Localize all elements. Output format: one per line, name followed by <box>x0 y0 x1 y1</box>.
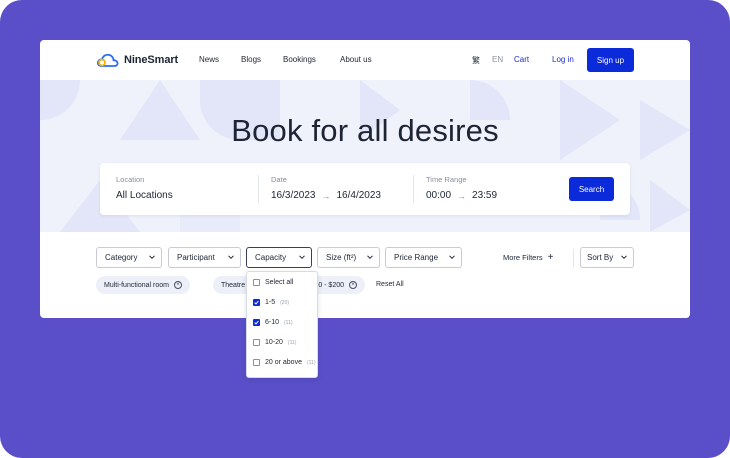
search-button[interactable]: Search <box>569 177 614 201</box>
hero-banner: Book for all desires Location All Locati… <box>40 80 690 232</box>
checkbox-checked[interactable] <box>253 319 260 326</box>
filter-price-range-label: Price Range <box>394 253 439 262</box>
more-filters-button[interactable]: More Filters + <box>503 251 554 263</box>
location-label: Location <box>116 175 145 184</box>
plus-icon: + <box>547 251 554 263</box>
logo[interactable]: NineSmart <box>96 52 178 68</box>
sort-by-select[interactable]: Sort By <box>580 247 634 268</box>
nav-link-about[interactable]: About us <box>340 55 372 64</box>
more-filters-label: More Filters <box>503 253 543 262</box>
option-label: 10-20 <box>265 339 283 346</box>
nav-link-blogs[interactable]: Blogs <box>241 55 261 64</box>
option-count: (11) <box>306 359 316 366</box>
filter-category[interactable]: Category <box>96 247 162 268</box>
capacity-option[interactable]: 20 or above (11) <box>253 359 316 366</box>
checkbox[interactable] <box>253 339 260 346</box>
lang-english[interactable]: EN <box>492 55 503 64</box>
outer-frame: NineSmart News Blogs Bookings About us 繁… <box>0 0 730 458</box>
filter-participant[interactable]: Participant <box>168 247 241 268</box>
time-label: Time Range <box>426 175 467 184</box>
date-field[interactable]: Date 16/3/2023 → 16/4/2023 <box>271 175 381 201</box>
browser-card: NineSmart News Blogs Bookings About us 繁… <box>40 40 690 378</box>
search-bar: Location All Locations Date 16/3/2023 → … <box>100 163 630 215</box>
chip-label: 0 - $200 <box>318 281 344 289</box>
chevron-down-icon <box>299 255 305 260</box>
filter-capacity[interactable]: Capacity <box>246 247 312 268</box>
chip-label: Multi-functional room <box>104 281 169 289</box>
chevron-down-icon <box>149 255 155 260</box>
date-to: 16/4/2023 <box>336 190 382 201</box>
check-icon <box>254 300 259 305</box>
active-filter-chip[interactable]: Multi-functional room × <box>96 276 190 294</box>
filter-size[interactable]: Size (ft²) <box>317 247 380 268</box>
capacity-dropdown: Select all 1-5 (20) 6-10 (11) 10-20 (11)… <box>246 271 318 378</box>
close-circle-icon[interactable]: × <box>349 281 357 289</box>
cloud-logo-icon <box>96 53 119 67</box>
capacity-option[interactable]: 10-20 (11) <box>253 339 296 346</box>
chevron-down-icon <box>228 255 234 260</box>
nav-link-bookings[interactable]: Bookings <box>283 55 316 64</box>
location-field[interactable]: Location All Locations <box>116 175 173 201</box>
date-label: Date <box>271 175 287 184</box>
checkbox-checked[interactable] <box>253 299 260 306</box>
option-label: 6-10 <box>265 319 280 326</box>
option-label: Select all <box>265 279 294 286</box>
top-nav: NineSmart News Blogs Bookings About us 繁… <box>40 40 690 80</box>
filter-price-range[interactable]: Price Range <box>385 247 462 268</box>
signup-button[interactable]: Sign up <box>587 48 634 72</box>
arrow-right-icon: → <box>321 190 331 201</box>
brand-name: NineSmart <box>124 54 179 66</box>
chip-label: Theatre <box>221 281 246 289</box>
arrow-right-icon: → <box>457 190 467 201</box>
chevron-down-icon <box>449 255 455 260</box>
filter-size-label: Size (ft²) <box>326 253 357 262</box>
chevron-down-icon <box>621 255 627 260</box>
field-divider <box>258 175 259 203</box>
chevron-down-icon <box>367 255 373 260</box>
field-divider <box>413 175 414 203</box>
nav-link-news[interactable]: News <box>199 55 219 64</box>
date-from: 16/3/2023 <box>271 190 316 201</box>
checkbox[interactable] <box>253 279 260 286</box>
time-to: 23:59 <box>472 190 498 201</box>
option-label: 1-5 <box>265 299 276 306</box>
hero-title: Book for all desires <box>231 113 499 148</box>
filter-category-label: Category <box>105 253 138 262</box>
filter-capacity-label: Capacity <box>255 253 287 262</box>
time-field[interactable]: Time Range 00:00 → 23:59 <box>426 175 497 201</box>
sort-by-label: Sort By <box>587 253 614 262</box>
time-from: 00:00 <box>426 190 452 201</box>
filter-participant-label: Participant <box>177 253 215 262</box>
login-link[interactable]: Log in <box>552 55 574 64</box>
checkbox[interactable] <box>253 359 260 366</box>
close-circle-icon[interactable]: × <box>173 281 182 289</box>
cart-link[interactable]: Cart <box>514 55 529 64</box>
capacity-option[interactable]: 6-10 (11) <box>253 319 293 326</box>
capacity-option-select-all[interactable]: Select all <box>253 279 293 286</box>
capacity-option[interactable]: 1-5 (20) <box>253 299 289 306</box>
location-value: All Locations <box>116 190 173 201</box>
reset-all-link[interactable]: Reset All <box>376 281 404 288</box>
option-count: (11) <box>284 319 293 326</box>
toolbar-divider <box>573 249 574 267</box>
option-count: (11) <box>287 339 297 346</box>
lang-traditional-chinese[interactable]: 繁 <box>472 55 480 66</box>
check-icon <box>254 320 259 325</box>
option-count: (20) <box>280 299 290 306</box>
option-label: 20 or above <box>265 359 302 366</box>
